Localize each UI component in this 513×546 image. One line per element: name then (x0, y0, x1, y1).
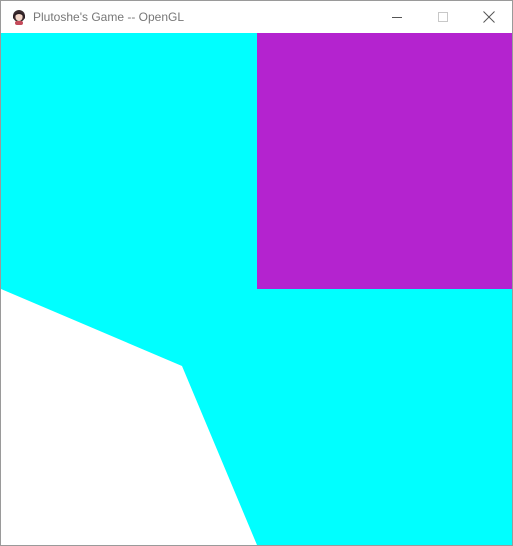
purple-square (257, 33, 512, 289)
game-viewport[interactable] (1, 33, 512, 545)
minimize-icon (392, 17, 402, 18)
title-bar[interactable]: Plutoshe's Game -- OpenGL (1, 1, 512, 33)
close-button[interactable] (466, 1, 512, 33)
game-scene (1, 33, 512, 545)
window-controls (374, 1, 512, 33)
maximize-button[interactable] (420, 1, 466, 33)
close-icon (483, 11, 495, 23)
minimize-button[interactable] (374, 1, 420, 33)
maximize-icon (438, 12, 448, 22)
window-title: Plutoshe's Game -- OpenGL (33, 10, 185, 24)
app-avatar-icon (11, 9, 27, 25)
game-window: Plutoshe's Game -- OpenGL (0, 0, 513, 546)
